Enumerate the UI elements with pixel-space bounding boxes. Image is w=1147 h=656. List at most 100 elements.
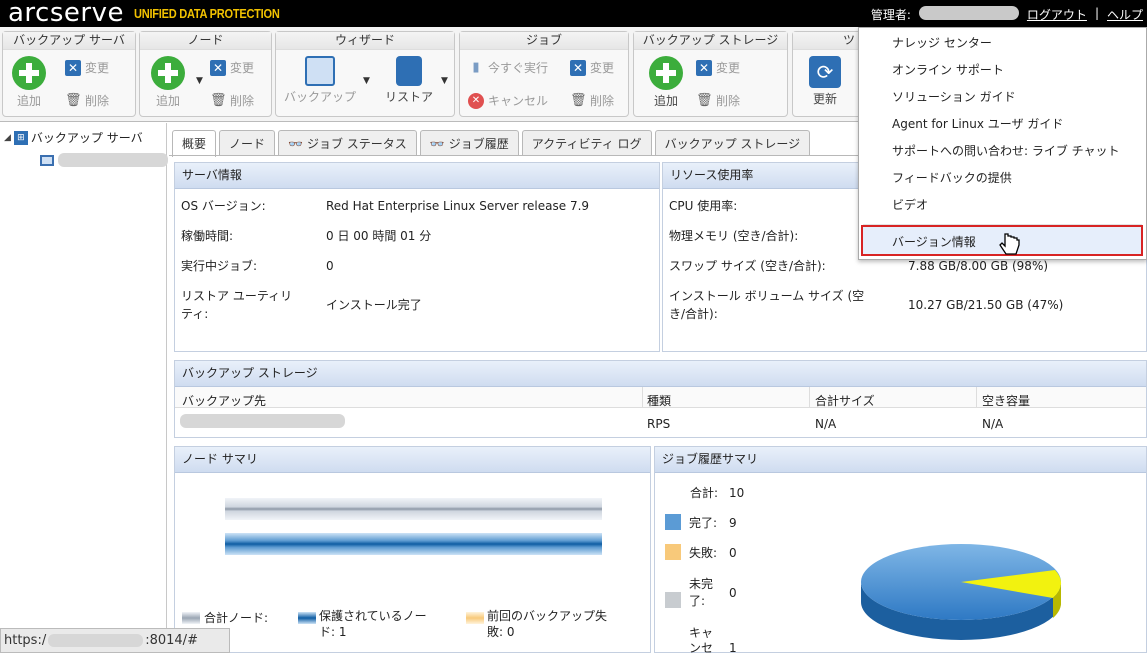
- restore-utility-label-line2: ティ:: [181, 307, 209, 321]
- change-node-button[interactable]: ✕ 変更: [210, 59, 254, 76]
- menu-item-knowledge-center[interactable]: ナレッジ センター: [892, 34, 992, 51]
- restore-icon: [396, 56, 422, 86]
- button-label: 変更: [230, 61, 255, 75]
- status-url-prefix: https:/: [4, 633, 47, 648]
- add-server-button[interactable]: 追加: [11, 56, 47, 109]
- button-label: リストア: [384, 90, 433, 104]
- help-menu: ナレッジ センター オンライン サポート ソリューション ガイド Agent f…: [858, 27, 1147, 260]
- tab-nodes[interactable]: ノード: [219, 130, 276, 156]
- menu-item-user-guide[interactable]: Agent for Linux ユーザ ガイド: [892, 115, 1063, 132]
- column-divider: [642, 387, 643, 408]
- tree-server-node[interactable]: [40, 153, 168, 167]
- delete-server-button[interactable]: 🗑 削除: [65, 92, 109, 109]
- button-label: 追加: [653, 94, 678, 108]
- change-job-button[interactable]: ✕ 変更: [570, 59, 614, 76]
- status-url-suffix: :8014/#: [145, 633, 198, 648]
- button-label: バックアップ: [283, 90, 356, 104]
- button-label: 変更: [590, 61, 615, 75]
- group-title: ウィザード: [276, 32, 454, 50]
- legend-swatch-completed: [665, 514, 681, 530]
- tab-label: アクティビティ ログ: [531, 136, 642, 151]
- delete-storage-button[interactable]: 🗑 削除: [696, 92, 740, 109]
- toolbar-group-backup-storage: バックアップ ストレージ 追加 ✕ 変更 🗑 削除: [633, 31, 788, 117]
- backup-icon: [305, 56, 335, 86]
- menu-item-video[interactable]: ビデオ: [892, 196, 928, 213]
- column-divider: [976, 387, 977, 408]
- job-incomplete-value: 0: [729, 586, 737, 600]
- install-volume-label-line1: インストール ボリューム サイズ (空: [669, 289, 865, 303]
- job-incomplete-label-line2: 了:: [689, 594, 706, 608]
- restore-wizard-button[interactable]: リストア: [376, 56, 442, 105]
- delete-job-button[interactable]: 🗑 削除: [570, 92, 614, 109]
- button-label: 削除: [716, 94, 741, 108]
- tab-activity-log[interactable]: アクティビティ ログ: [521, 130, 652, 156]
- tab-job-history[interactable]: 👓 ジョブ履歴: [419, 130, 519, 156]
- legend-total-nodes: 合計ノード:: [204, 611, 269, 625]
- job-completed-value: 9: [729, 516, 737, 530]
- toolbar-group-node: ノード 追加 ▼ ✕ 変更 🗑 削除: [139, 31, 272, 117]
- backup-wizard-button[interactable]: バックアップ: [280, 56, 360, 105]
- column-divider: [809, 387, 810, 408]
- button-label: 削除: [230, 94, 255, 108]
- destination-redacted: [180, 414, 345, 428]
- column-destination[interactable]: バックアップ先: [182, 392, 266, 409]
- binoculars-icon: 👓: [429, 136, 445, 151]
- tab-label: ジョブ履歴: [448, 136, 509, 151]
- toolbar-group-backup-server: バックアップ サーバ 追加 ✕ 変更 🗑 削除: [2, 31, 136, 117]
- button-label: 追加: [16, 94, 41, 108]
- edit-icon: ✕: [570, 59, 586, 76]
- change-storage-button[interactable]: ✕ 変更: [696, 59, 740, 76]
- panel-title: バックアップ ストレージ: [175, 361, 1146, 387]
- legend-swatch-failed-jobs: [665, 544, 681, 560]
- tab-job-status[interactable]: 👓 ジョブ ステータス: [278, 130, 417, 156]
- uptime-label: 稼働時間:: [181, 229, 234, 243]
- legend-protected-line1: 保護されているノー: [319, 609, 427, 623]
- help-link[interactable]: ヘルプ: [1107, 6, 1143, 23]
- cancel-job-button[interactable]: ✕ キャンセル: [468, 92, 548, 109]
- legend-swatch-total: [182, 612, 200, 624]
- refresh-button[interactable]: ⟳ 更新: [805, 56, 845, 107]
- restore-utility-value: インストール完了: [326, 298, 422, 312]
- uptime-value: 0 日 00 時間 01 分: [326, 229, 432, 243]
- button-label: 今すぐ実行: [488, 61, 549, 75]
- legend-failed-line2: 敗: 0: [487, 625, 515, 639]
- column-type[interactable]: 種類: [647, 392, 671, 409]
- job-history-pie-chart: [861, 544, 1062, 640]
- run-icon: ▮: [472, 59, 480, 75]
- delete-node-button[interactable]: 🗑 削除: [210, 92, 254, 109]
- tab-overview[interactable]: 概要: [172, 130, 217, 157]
- toolbar-group-tools: ツ ⟳ 更新: [792, 31, 862, 117]
- dropdown-arrow-icon[interactable]: ▼: [441, 76, 448, 86]
- add-node-button[interactable]: 追加: [150, 56, 186, 109]
- dropdown-arrow-icon[interactable]: ▼: [196, 76, 203, 86]
- run-now-button[interactable]: ▮ 今すぐ実行: [468, 59, 548, 76]
- tab-label: 概要: [182, 137, 207, 151]
- legend-swatch-failed: [466, 612, 484, 624]
- menu-item-feedback[interactable]: フィードバックの提供: [892, 169, 1012, 186]
- dropdown-arrow-icon[interactable]: ▼: [363, 76, 370, 86]
- install-volume-label-line2: き/合計):: [669, 307, 718, 321]
- collapse-triangle-icon[interactable]: ◢: [4, 133, 11, 143]
- group-title: ツ: [793, 32, 861, 50]
- menu-item-online-support[interactable]: オンライン サポート: [892, 61, 1004, 78]
- main-tabs: 概要 ノード 👓 ジョブ ステータス 👓 ジョブ履歴 アクティビティ ログ バックア…: [172, 130, 811, 157]
- change-server-button[interactable]: ✕ 変更: [65, 59, 109, 76]
- backup-storage-panel: バックアップ ストレージ バックアップ先 種類 合計サイズ 空き容量 RPS N…: [174, 360, 1147, 438]
- add-storage-button[interactable]: 追加: [648, 56, 684, 109]
- column-free-space[interactable]: 空き容量: [982, 392, 1030, 409]
- button-label: 更新: [812, 92, 837, 106]
- browser-status-bar: https:/ :8014/#: [0, 628, 230, 653]
- menu-item-version-info[interactable]: バージョン情報: [892, 233, 976, 250]
- swap-size-value: 7.88 GB/8.00 GB (98%): [908, 259, 1049, 273]
- column-total-size[interactable]: 合計サイズ: [815, 392, 875, 409]
- install-volume-value: 10.27 GB/21.50 GB (47%): [908, 298, 1064, 312]
- network-icon: ⊞: [13, 130, 28, 145]
- job-failed-label: 失敗:: [689, 546, 718, 560]
- computer-icon: [40, 154, 54, 166]
- menu-item-live-chat[interactable]: サポートへの問い合わせ: ライブ チャット: [892, 142, 1120, 159]
- tab-label: バックアップ ストレージ: [664, 136, 801, 151]
- menu-item-solution-guide[interactable]: ソリューション ガイド: [892, 88, 1016, 105]
- tab-backup-storage[interactable]: バックアップ ストレージ: [654, 130, 811, 156]
- logout-link[interactable]: ログアウト: [1027, 6, 1087, 23]
- tree-root-backup-servers[interactable]: ◢ ⊞ バックアップ サーバ: [4, 129, 143, 146]
